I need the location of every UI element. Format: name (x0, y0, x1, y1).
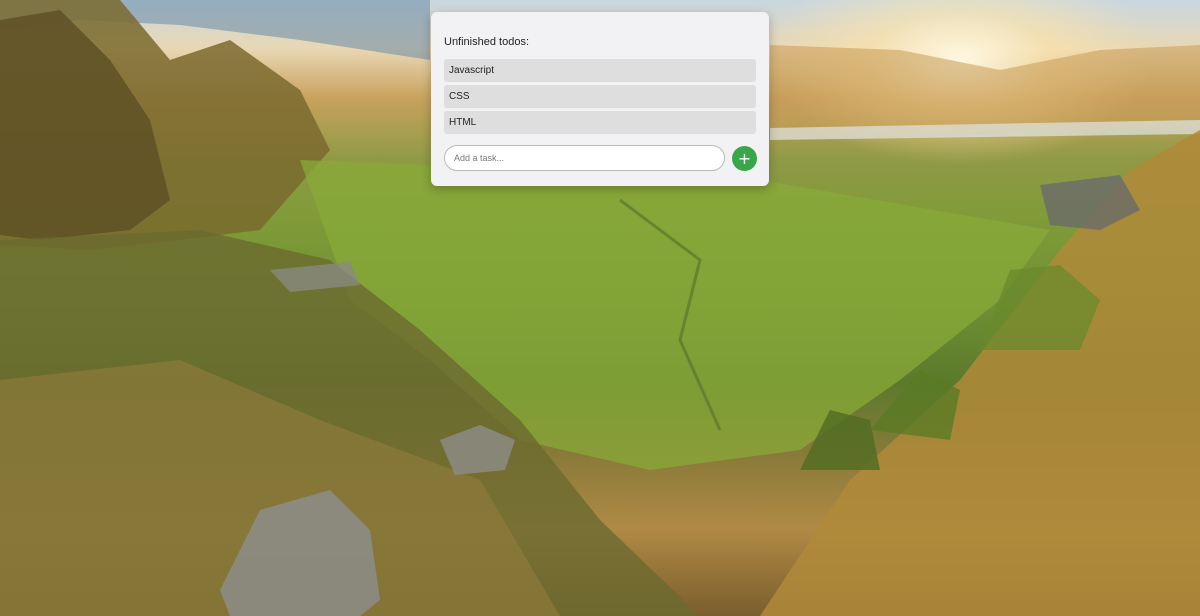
todo-item[interactable]: Javascript (444, 59, 756, 82)
todo-list-title: Unfinished todos: (444, 36, 529, 48)
add-task-row: + (444, 145, 757, 171)
plus-icon: + (737, 148, 752, 168)
todo-card: Unfinished todos: Javascript CSS HTML + (431, 12, 769, 186)
todo-list: Javascript CSS HTML (444, 59, 756, 134)
add-task-button[interactable]: + (732, 146, 757, 171)
todo-item[interactable]: CSS (444, 85, 756, 108)
add-task-input[interactable] (444, 145, 725, 171)
todo-item[interactable]: HTML (444, 111, 756, 134)
